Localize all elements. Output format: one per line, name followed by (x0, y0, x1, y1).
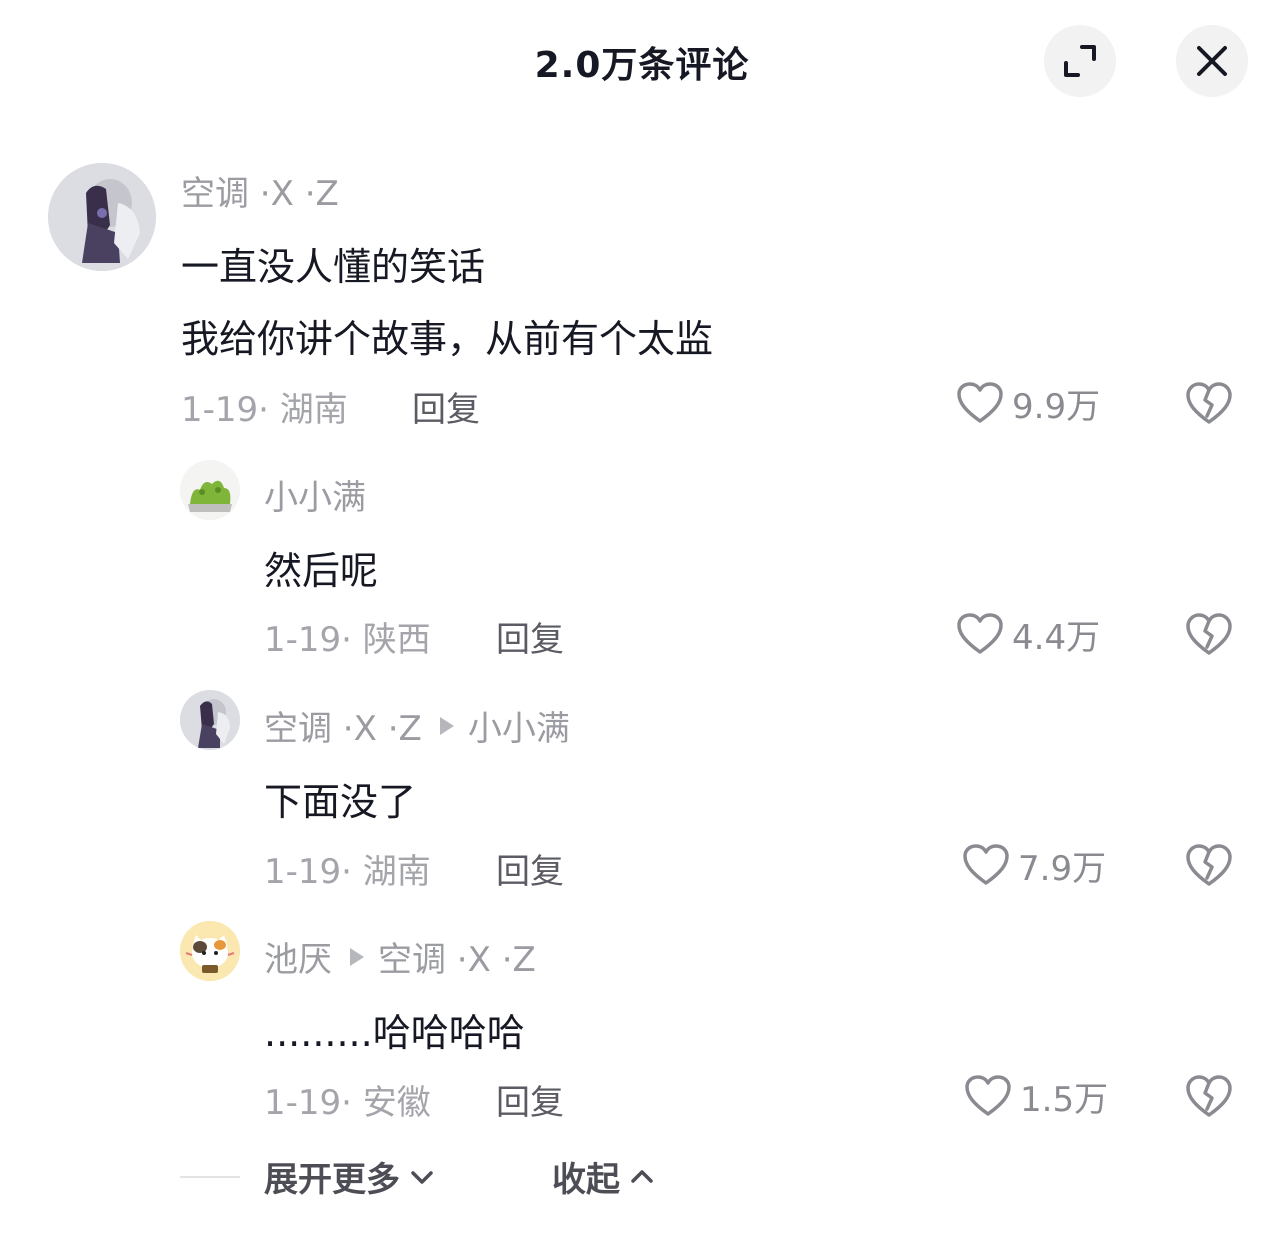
expand-more-label: 展开更多 (264, 1160, 400, 1200)
reply-button[interactable]: 回复 (496, 1075, 564, 1124)
collapse-label: 收起 (552, 1160, 620, 1200)
reply-button[interactable]: 回复 (496, 612, 564, 661)
heart-icon (957, 382, 1003, 423)
broken-heart-icon (1186, 382, 1232, 424)
comment-meta: 1-19· 湖南 (264, 852, 431, 892)
comment-username[interactable]: 空调 ·X ·Z 小小满 (264, 701, 570, 750)
comment-text: .........哈哈哈哈 (264, 1011, 525, 1055)
comment-meta: 1-19· 安徽 (264, 1083, 431, 1123)
avatar[interactable] (48, 163, 156, 271)
divider (180, 1176, 240, 1178)
reply-arrow-icon (439, 716, 454, 735)
comment-username[interactable]: 空调 ·X ·Z (181, 166, 339, 215)
like-button[interactable]: 4.4万 (956, 609, 1100, 659)
expand-button[interactable] (1044, 25, 1116, 97)
avatar-image (180, 460, 240, 520)
like-button[interactable]: 9.9万 (956, 378, 1100, 428)
comment-username[interactable]: 小小满 (264, 470, 366, 519)
avatar[interactable] (180, 921, 240, 981)
chevron-up-icon (631, 1169, 653, 1183)
reply-button[interactable]: 回复 (412, 382, 480, 431)
comment-meta: 1-19· 陕西 (264, 620, 431, 660)
expand-more-button[interactable]: 展开更多 (264, 1152, 436, 1201)
avatar[interactable] (180, 460, 240, 520)
collapse-button[interactable]: 收起 (552, 1152, 656, 1201)
close-button[interactable] (1176, 25, 1248, 97)
reply-to-username[interactable]: 空调 ·X ·Z (378, 932, 536, 981)
dislike-button[interactable] (1184, 378, 1234, 428)
reply-arrow-icon (350, 947, 364, 966)
broken-heart-icon (1186, 613, 1232, 655)
like-count: 9.9万 (1012, 386, 1101, 427)
like-button[interactable]: 7.9万 (962, 840, 1106, 890)
comment-username[interactable]: 池厌 空调 ·X ·Z (264, 932, 536, 981)
comment-text: 然后呢 (264, 549, 379, 593)
reply-button[interactable]: 回复 (496, 844, 564, 893)
like-button[interactable]: 1.5万 (964, 1071, 1108, 1121)
heart-icon (965, 1075, 1011, 1116)
comment-text: 下面没了 (264, 780, 417, 824)
broken-heart-icon (1186, 1075, 1232, 1117)
like-count: 4.4万 (1012, 617, 1101, 658)
dislike-button[interactable] (1184, 609, 1234, 659)
chevron-down-icon (411, 1170, 433, 1184)
avatar-image (180, 690, 240, 750)
avatar[interactable] (180, 690, 240, 750)
dislike-button[interactable] (1184, 1071, 1234, 1121)
broken-heart-icon (1186, 844, 1232, 886)
avatar-image (180, 921, 240, 981)
expand-icon (1064, 45, 1096, 77)
heart-icon (957, 613, 1003, 654)
comment-text: 一直没人懂的笑话 (181, 245, 486, 289)
close-icon (1197, 46, 1227, 76)
heart-icon (963, 844, 1009, 885)
comment-username-text: 空调 ·X ·Z (264, 709, 422, 749)
dislike-button[interactable] (1184, 840, 1234, 890)
comment-meta: 1-19· 湖南 (181, 390, 348, 430)
avatar-image (48, 163, 156, 271)
reply-to-username[interactable]: 小小满 (468, 701, 570, 750)
like-count: 7.9万 (1018, 848, 1107, 889)
like-count: 1.5万 (1020, 1079, 1109, 1120)
comment-username-text: 池厌 (264, 940, 332, 980)
comment-text: 我给你讲个故事，从前有个太监 (181, 317, 714, 361)
